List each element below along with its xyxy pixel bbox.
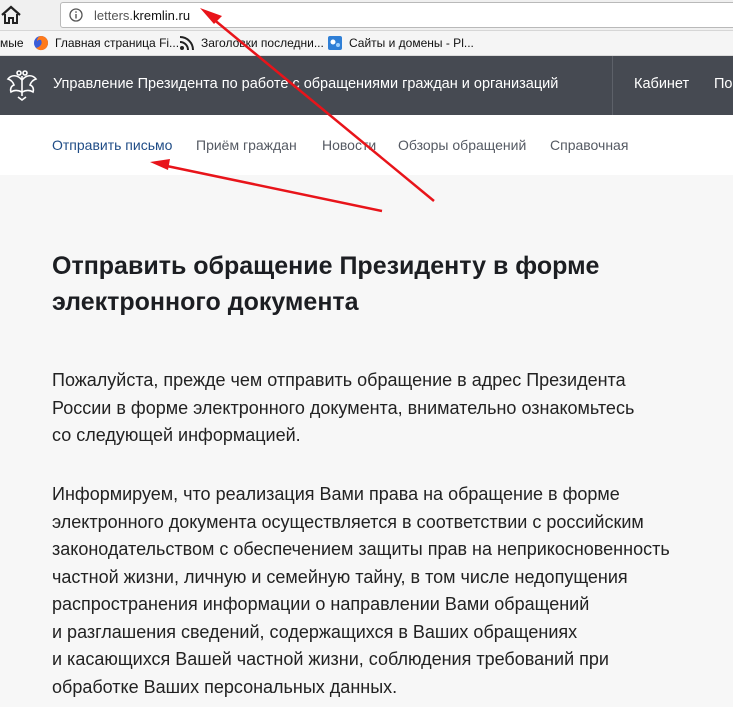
- info-icon[interactable]: [69, 8, 83, 22]
- url-text: letters.kremlin.ru: [94, 8, 190, 23]
- header-divider: [612, 56, 613, 115]
- bookmark-item[interactable]: Главная страница Fi...: [33, 35, 179, 51]
- browser-address-bar: letters.kremlin.ru: [0, 0, 733, 31]
- nav-send-letter[interactable]: Отправить письмо: [52, 137, 172, 153]
- header-more-link[interactable]: По: [714, 76, 733, 92]
- bookmark-label: Сайты и домены - Pl...: [349, 36, 474, 50]
- info-paragraph: Информируем, что реализация Вами права н…: [52, 481, 733, 701]
- emblem-icon[interactable]: [6, 68, 38, 102]
- bookmark-item[interactable]: Сайты и домены - Pl...: [327, 35, 474, 51]
- bookmark-label: Главная страница Fi...: [55, 36, 180, 50]
- plesk-icon: [328, 36, 342, 50]
- site-title[interactable]: Управление Президента по работе с обраще…: [53, 76, 558, 92]
- main-nav: Отправить письмо Приём граждан Новости О…: [0, 115, 733, 175]
- bookmark-label: Заголовки последни...: [201, 36, 324, 50]
- main-content: Отправить обращение Президенту в форме э…: [0, 175, 733, 707]
- url-prefix: letters.: [94, 8, 134, 23]
- page-title: Отправить обращение Президенту в форме э…: [52, 248, 692, 320]
- cabinet-link[interactable]: Кабинет: [634, 76, 689, 92]
- rss-icon: [179, 36, 194, 51]
- info-line: Информируем, что реализация Вами права н…: [52, 484, 620, 504]
- nav-news[interactable]: Новости: [322, 137, 376, 153]
- bookmark-item[interactable]: мые: [0, 35, 24, 51]
- nav-reference[interactable]: Справочная: [550, 137, 628, 153]
- bookmarks-bar: мые Главная страница Fi... Заголовки пос…: [0, 31, 733, 56]
- intro-line: России в форме электронного документа, в…: [52, 397, 635, 418]
- bookmark-item[interactable]: Заголовки последни...: [179, 35, 324, 51]
- info-line: обработке Ваших персональных данных.: [52, 676, 398, 697]
- nav-reception[interactable]: Приём граждан: [196, 137, 297, 153]
- intro-line: со следующей информацией.: [52, 425, 301, 445]
- page-title-line: электронного документа: [52, 288, 359, 316]
- home-icon[interactable]: [0, 4, 22, 26]
- nav-reviews[interactable]: Обзоры обращений: [398, 137, 526, 153]
- info-line: и касающихся Вашей частной жизни, соблюд…: [52, 649, 609, 669]
- bookmark-label: мые: [0, 36, 24, 50]
- url-field[interactable]: letters.kremlin.ru: [60, 2, 733, 28]
- firefox-icon: [34, 36, 49, 51]
- info-line: законодательством с обеспечением защиты …: [52, 539, 670, 559]
- intro-paragraph: Пожалуйста, прежде чем отправить обращен…: [52, 367, 733, 450]
- info-line: распространения информации о направлении…: [52, 594, 590, 614]
- info-line: и разглашения сведений, содержащихся в В…: [52, 621, 578, 642]
- info-line: электронного документа осуществляется в …: [52, 511, 644, 532]
- site-header: Управление Президента по работе с обраще…: [0, 56, 733, 115]
- intro-line: Пожалуйста, прежде чем отправить обращен…: [52, 370, 626, 390]
- info-line: частной жизни, личную и семейную тайну, …: [52, 566, 628, 587]
- page-title-line: Отправить обращение Президенту в форме: [52, 252, 600, 280]
- url-host: kremlin.ru: [133, 8, 191, 23]
